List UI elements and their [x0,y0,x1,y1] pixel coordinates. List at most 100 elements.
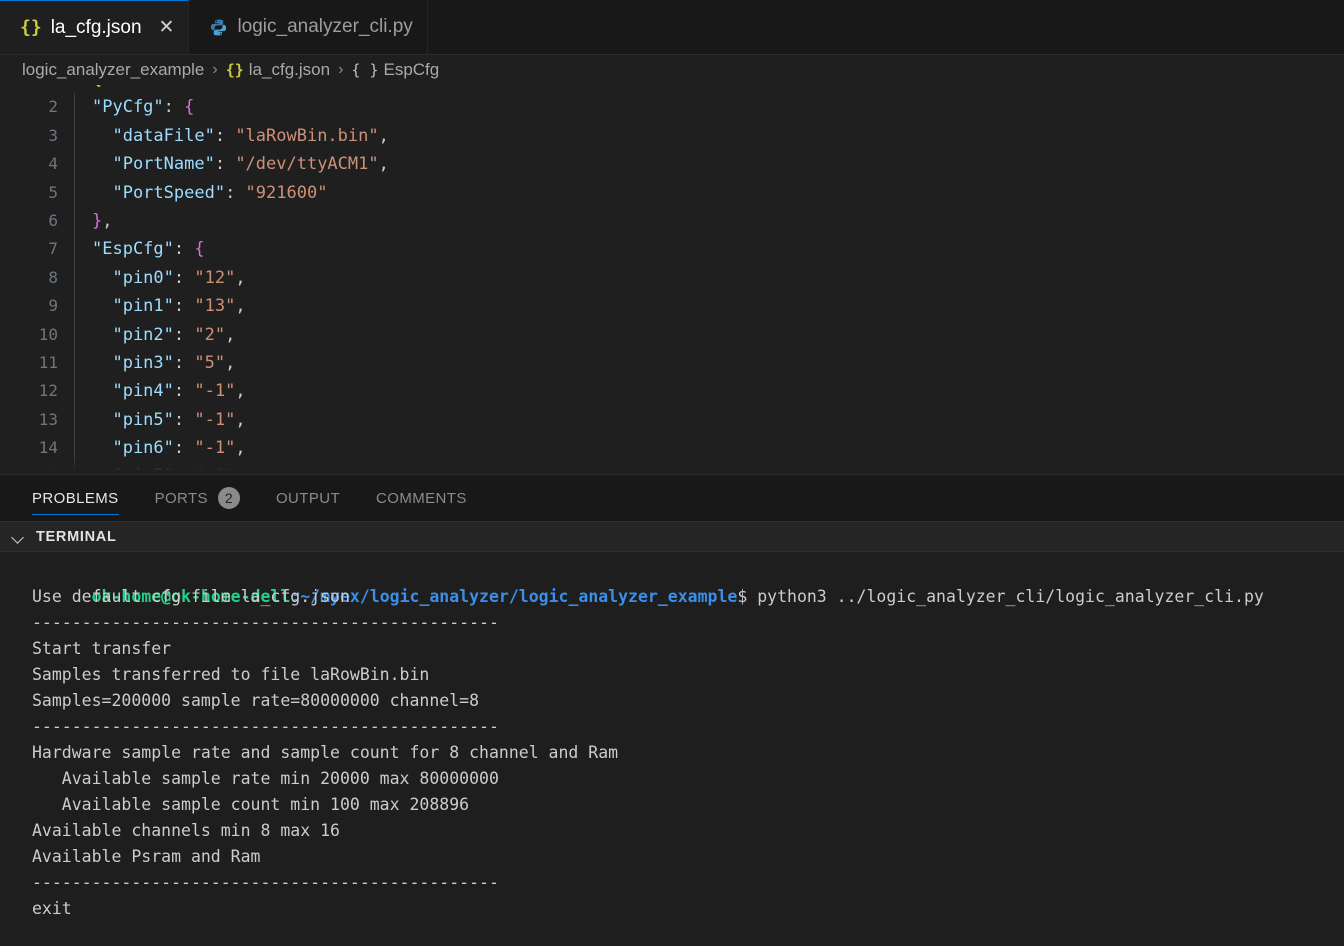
code-token: "PortSpeed" [92,182,226,203]
tab-bar-empty-space [427,0,1344,54]
code-text: "pin2": "2", [75,321,235,349]
breadcrumb-item-folder[interactable]: logic_analyzer_example [22,60,204,80]
line-number: 2 [48,97,58,117]
terminal-line: Available channels min 8 max 16 [32,821,340,840]
code-line[interactable]: 15 "pin7": "-1", [0,462,1344,474]
json-braces-icon: {} [225,61,244,79]
line-number: 3 [48,125,58,145]
breadcrumb-label: logic_analyzer_example [22,60,205,79]
breadcrumb-item-file[interactable]: {} la_cfg.json [226,60,330,80]
line-number: 11 [38,352,58,372]
terminal-line: Samples transferred to file laRowBin.bin [32,665,430,684]
code-text: "dataFile": "laRowBin.bin", [75,122,388,150]
code-token: "pin0" [92,267,174,288]
tab-ports[interactable]: PORTS 2 [137,475,258,521]
code-lines[interactable]: 1{2"PyCfg": {3 "dataFile": "laRowBin.bin… [0,85,1344,474]
panel-tab-label: PORTS [154,489,208,507]
terminal-output-lines: Use default cfg file la_cfg.json --------… [0,584,1344,922]
code-token: "12" [194,267,236,288]
code-line[interactable]: 14 "pin6": "-1", [0,434,1344,463]
code-line[interactable]: 7 "EspCfg": { [0,235,1344,264]
terminal-line: Available sample count min 100 max 20889… [32,795,470,814]
code-token: "pin1" [92,296,174,317]
code-token: : [173,267,195,288]
code-text: "PyCfg": { [75,93,194,121]
line-number: 7 [48,239,58,259]
code-token: , [225,352,236,373]
code-token: "5" [194,352,226,373]
line-number: 10 [38,324,58,344]
code-token: "-1" [194,466,235,474]
code-editor[interactable]: 1{2"PyCfg": {3 "dataFile": "laRowBin.bin… [0,85,1344,474]
code-text: { [75,85,102,93]
code-line[interactable]: 13 "pin5": "-1", [0,405,1344,435]
code-text: "EspCfg": { [75,235,205,263]
line-number: 5 [48,182,58,202]
code-line[interactable]: 2 "PyCfg": { [0,93,1344,122]
close-icon[interactable]: ✕ [159,18,175,37]
code-token: , [102,210,113,231]
panel-tab-label: OUTPUT [275,489,341,507]
code-token: , [235,267,246,288]
terminal-line: ----------------------------------------… [32,717,499,736]
code-token: : [173,239,195,260]
code-text: }, [75,207,113,235]
code-token: "2" [194,324,226,345]
terminal-line: exit [32,899,72,918]
editor-tab-la-cfg-json[interactable]: {} la_cfg.json ✕ [0,0,190,54]
code-token: "pin6" [92,438,174,459]
code-token: , [235,296,246,317]
code-line[interactable]: 4 "PortName": "/dev/ttyACM1", [0,150,1344,179]
terminal-line: ----------------------------------------… [32,873,499,892]
code-line[interactable]: 11 "pin3": "5", [0,348,1344,378]
ports-count-badge: 2 [217,487,240,509]
breadcrumb-label: EspCfg [383,60,440,79]
code-token: : [173,409,195,430]
line-number: 9 [48,296,58,316]
chevron-down-icon[interactable] [10,529,26,545]
code-token: "-1" [194,438,236,459]
terminal-output[interactable]: ok-home@ok-home-dell:~/myex/logic_analyz… [0,552,1344,946]
terminal-line: Samples=200000 sample rate=80000000 chan… [32,691,480,710]
breadcrumb-item-symbol[interactable]: { } EspCfg [351,60,439,80]
code-token: } [92,210,103,231]
code-token: { [184,97,195,118]
code-line[interactable]: 5 "PortSpeed": "921600" [0,178,1344,207]
code-token: : [225,182,246,203]
code-token: { [194,239,205,260]
python-icon [209,18,228,37]
terminal-section-header[interactable]: TERMINAL [0,521,1344,552]
editor-tab-logic-analyzer-cli-py[interactable]: logic_analyzer_cli.py [189,0,428,54]
code-token: : [214,125,236,146]
code-token: "pin4" [92,381,174,402]
terminal-line: Use default cfg file la_cfg.json [32,587,350,606]
code-line[interactable]: 3 "dataFile": "laRowBin.bin", [0,121,1344,151]
tab-problems[interactable]: PROBLEMS [22,475,137,521]
line-number: 4 [48,154,58,174]
code-text: "pin6": "-1", [75,434,246,462]
object-symbol-icon: { } [351,61,379,79]
code-token: { [92,85,102,89]
tab-comments[interactable]: COMMENTS [358,475,485,521]
code-line[interactable]: 8 "pin0": "12", [0,263,1344,293]
terminal-line: Available sample rate min 20000 max 8000… [32,769,499,788]
code-token: "pin5" [92,409,174,430]
code-line[interactable]: 12 "pin4": "-1", [0,377,1344,406]
code-token: "pin3" [92,352,174,373]
code-token: "13" [194,296,236,317]
code-line[interactable]: 1{ [0,85,1344,93]
code-text: "pin0": "12", [75,264,246,292]
terminal-line: Start transfer [32,639,172,658]
code-line[interactable]: 9 "pin1": "13", [0,292,1344,321]
code-line[interactable]: 10 "pin2": "2", [0,320,1344,349]
code-token: : [173,296,195,317]
code-token: "-1" [194,381,236,402]
vscode-window: {} la_cfg.json ✕ logic_analyzer_cli.py l… [0,0,1344,946]
code-token: "pin7" [92,466,173,474]
code-text: "pin7": "-1", [75,462,245,474]
code-token: "PyCfg" [92,97,164,118]
panel-tab-bar: PROBLEMS PORTS 2 OUTPUT COMMENTS [0,474,1344,521]
code-line[interactable]: 6}, [0,206,1344,236]
tab-output[interactable]: OUTPUT [258,475,358,521]
code-token: , [235,438,246,459]
